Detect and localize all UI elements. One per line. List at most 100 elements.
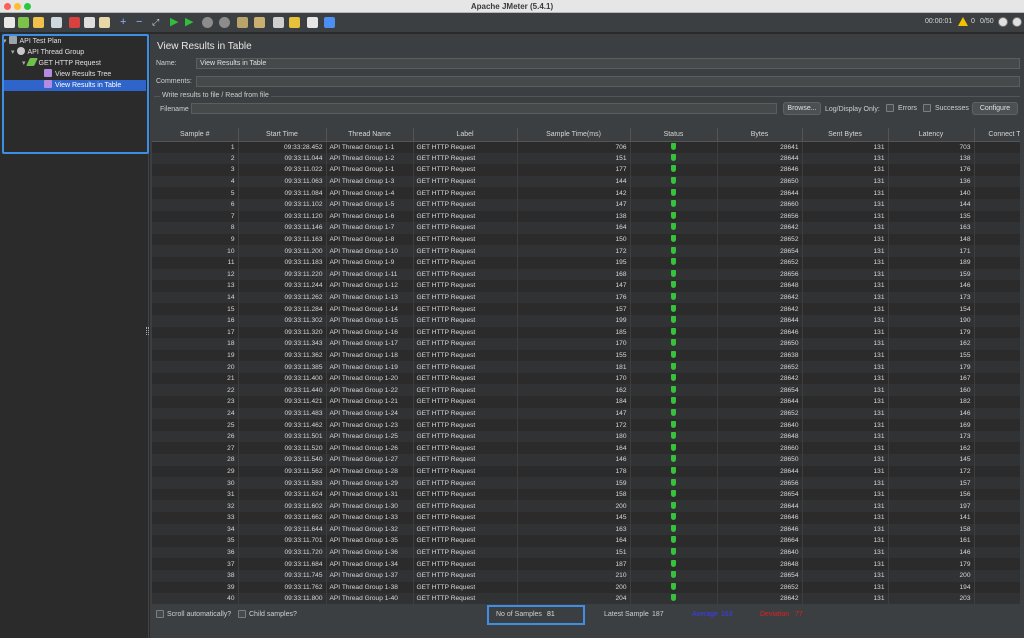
table-cell: 158: [888, 523, 975, 536]
table-row[interactable]: 23 09:33:11.421 API Thread Group 1-21 GET H…: [152, 396, 1020, 408]
successes-checkbox[interactable]: [923, 104, 931, 112]
table-cell: 34: [152, 523, 239, 536]
table-row[interactable]: 38 09:33:11.745 API Thread Group 1-37 GET H…: [152, 569, 1020, 582]
table-row[interactable]: 18 09:33:11.343 API Thread Group 1-17 GET H…: [152, 338, 1020, 350]
no-of-samples-value: 81: [547, 611, 555, 618]
cut-icon[interactable]: [69, 17, 80, 28]
new-icon[interactable]: [4, 17, 15, 28]
listener-panel: View Results in Table Name: View Results…: [150, 34, 1024, 638]
table-row[interactable]: 27 09:33:11.520 API Thread Group 1-26 GET H…: [152, 442, 1020, 455]
reset-search-icon[interactable]: [289, 17, 300, 28]
results-table[interactable]: Sample # Start Time Thread Name Label Sample…: [152, 128, 1020, 633]
table-row[interactable]: 14 09:33:11.262 API Thread Group 1-13 GET H…: [152, 291, 1020, 304]
table-row[interactable]: 24 09:33:11.483 API Thread Group 1-24 GET H…: [152, 407, 1020, 420]
table-row[interactable]: 39 09:33:11.762 API Thread Group 1-38 GET H…: [152, 581, 1020, 594]
clear-icon[interactable]: [237, 17, 248, 28]
table-row[interactable]: 28 09:33:11.540 API Thread Group 1-27 GET H…: [152, 454, 1020, 466]
table-row[interactable]: 20 09:33:11.385 API Thread Group 1-19 GET H…: [152, 361, 1020, 373]
clear-all-icon[interactable]: [254, 17, 265, 28]
collapse-icon[interactable]: −: [136, 17, 147, 28]
table-cell: 131: [802, 338, 889, 350]
expand-icon[interactable]: +: [120, 17, 131, 28]
table-row[interactable]: 33 09:33:11.662 API Thread Group 1-33 GET H…: [152, 512, 1020, 524]
column-header[interactable]: Bytes: [717, 128, 803, 142]
table-row[interactable]: 30 09:33:11.583 API Thread Group 1-29 GET H…: [152, 477, 1020, 489]
table-row[interactable]: 15 09:33:11.284 API Thread Group 1-14 GET H…: [152, 303, 1020, 315]
start-no-pause-icon[interactable]: ▶: [185, 17, 196, 28]
errors-label: Errors: [898, 105, 918, 112]
table-row[interactable]: 32 09:33:11.602 API Thread Group 1-30 GET H…: [152, 500, 1020, 512]
column-header[interactable]: Sample #: [152, 128, 239, 142]
active-threads: 0/50: [980, 18, 994, 25]
column-header[interactable]: Sent Bytes: [802, 128, 889, 142]
table-row[interactable]: 25 09:33:11.462 API Thread Group 1-23 GET H…: [152, 419, 1020, 431]
table-row[interactable]: 10 09:33:11.200 API Thread Group 1-10 GET H…: [152, 245, 1020, 257]
table-row[interactable]: 11 09:33:11.183 API Thread Group 1-9 GET HT…: [152, 256, 1020, 269]
table-row[interactable]: 13 09:33:11.244 API Thread Group 1-12 GET H…: [152, 280, 1020, 292]
remote-start-icon[interactable]: [998, 17, 1008, 27]
table-row[interactable]: 21 09:33:11.400 API Thread Group 1-20 GET H…: [152, 372, 1020, 385]
warning-icon[interactable]: [958, 17, 968, 26]
table-cell: 09:33:11.343: [238, 338, 327, 350]
table-row[interactable]: 8 09:33:11.146 API Thread Group 1-7 GET HTT…: [152, 222, 1020, 234]
remote-stop-icon[interactable]: [1012, 17, 1022, 27]
table-row[interactable]: 16 09:33:11.302 API Thread Group 1-15 GET H…: [152, 314, 1020, 327]
deviation-label: Deviation: [760, 611, 790, 618]
table-row[interactable]: 34 09:33:11.644 API Thread Group 1-32 GET H…: [152, 523, 1020, 536]
function-helper-icon[interactable]: [307, 17, 318, 28]
column-header[interactable]: Connect Time(ms): [974, 128, 1020, 142]
table-row[interactable]: 2 09:33:11.044 API Thread Group 1-2 GET HTT…: [152, 152, 1020, 165]
table-row[interactable]: 4 09:33:11.063 API Thread Group 1-3 GET HTT…: [152, 175, 1020, 188]
table-row[interactable]: 1 09:33:28.452 API Thread Group 1-1 GET HTT…: [152, 141, 1020, 153]
table-cell: 147: [517, 198, 631, 211]
filename-field[interactable]: [191, 103, 777, 114]
templates-icon[interactable]: [18, 17, 29, 28]
browse-button[interactable]: Browse...: [783, 102, 821, 115]
search-icon[interactable]: [273, 17, 284, 28]
shutdown-icon[interactable]: [219, 17, 230, 28]
table-cell: 146: [517, 454, 631, 466]
table-row[interactable]: 19 09:33:11.362 API Thread Group 1-18 GET H…: [152, 349, 1020, 362]
success-shield-icon: [671, 350, 676, 358]
table-row[interactable]: 22 09:33:11.440 API Thread Group 1-22 GET H…: [152, 384, 1020, 397]
column-header[interactable]: Latency: [888, 128, 975, 142]
table-row[interactable]: 7 09:33:11.120 API Thread Group 1-6 GET HTT…: [152, 210, 1020, 223]
child-samples-checkbox[interactable]: [238, 610, 246, 618]
stop-icon[interactable]: [202, 17, 213, 28]
table-row[interactable]: 12 09:33:11.220 API Thread Group 1-11 GET H…: [152, 268, 1020, 281]
column-header[interactable]: Thread Name: [326, 128, 414, 142]
save-icon[interactable]: [51, 17, 62, 28]
column-header[interactable]: Label: [413, 128, 518, 142]
scroll-automatically-checkbox[interactable]: [156, 610, 164, 618]
start-icon[interactable]: ▶: [170, 17, 181, 28]
table-row[interactable]: 3 09:33:11.022 API Thread Group 1-1 GET HTT…: [152, 164, 1020, 176]
comments-field[interactable]: [196, 76, 1020, 87]
configure-button[interactable]: Configure: [972, 102, 1018, 115]
name-field[interactable]: View Results in Table: [196, 58, 1020, 69]
copy-icon[interactable]: [84, 17, 95, 28]
column-header[interactable]: Start Time: [238, 128, 327, 142]
table-cell: API Thread Group 1-28: [326, 465, 414, 478]
table-cell: 28654: [717, 569, 803, 582]
table-row[interactable]: 5 09:33:11.084 API Thread Group 1-4 GET HTT…: [152, 187, 1020, 199]
column-header[interactable]: Status: [630, 128, 718, 142]
table-row[interactable]: 6 09:33:11.102 API Thread Group 1-5 GET HTT…: [152, 198, 1020, 211]
table-row[interactable]: 26 09:33:11.501 API Thread Group 1-25 GET H…: [152, 430, 1020, 443]
table-row[interactable]: 9 09:33:11.163 API Thread Group 1-8 GET HTT…: [152, 233, 1020, 246]
table-row[interactable]: 40 09:33:11.800 API Thread Group 1-40 GET H…: [152, 593, 1020, 605]
table-row[interactable]: 29 09:33:11.562 API Thread Group 1-28 GET H…: [152, 465, 1020, 478]
split-pane-divider[interactable]: [146, 327, 149, 335]
column-header[interactable]: Sample Time(ms): [517, 128, 631, 142]
help-icon[interactable]: [324, 17, 335, 28]
table-row[interactable]: 37 09:33:11.684 API Thread Group 1-34 GET H…: [152, 558, 1020, 570]
table-row[interactable]: 35 09:33:11.701 API Thread Group 1-35 GET H…: [152, 535, 1020, 547]
table-row[interactable]: 17 09:33:11.320 API Thread Group 1-16 GET H…: [152, 326, 1020, 339]
table-row[interactable]: 31 09:33:11.624 API Thread Group 1-31 GET H…: [152, 488, 1020, 501]
toggle-icon[interactable]: ⤢: [152, 17, 163, 28]
table-cell: 15: [152, 303, 239, 315]
open-icon[interactable]: [33, 17, 44, 28]
table-row[interactable]: 36 09:33:11.720 API Thread Group 1-36 GET H…: [152, 546, 1020, 559]
status-cell: [630, 152, 718, 165]
errors-checkbox[interactable]: [886, 104, 894, 112]
paste-icon[interactable]: [99, 17, 110, 28]
